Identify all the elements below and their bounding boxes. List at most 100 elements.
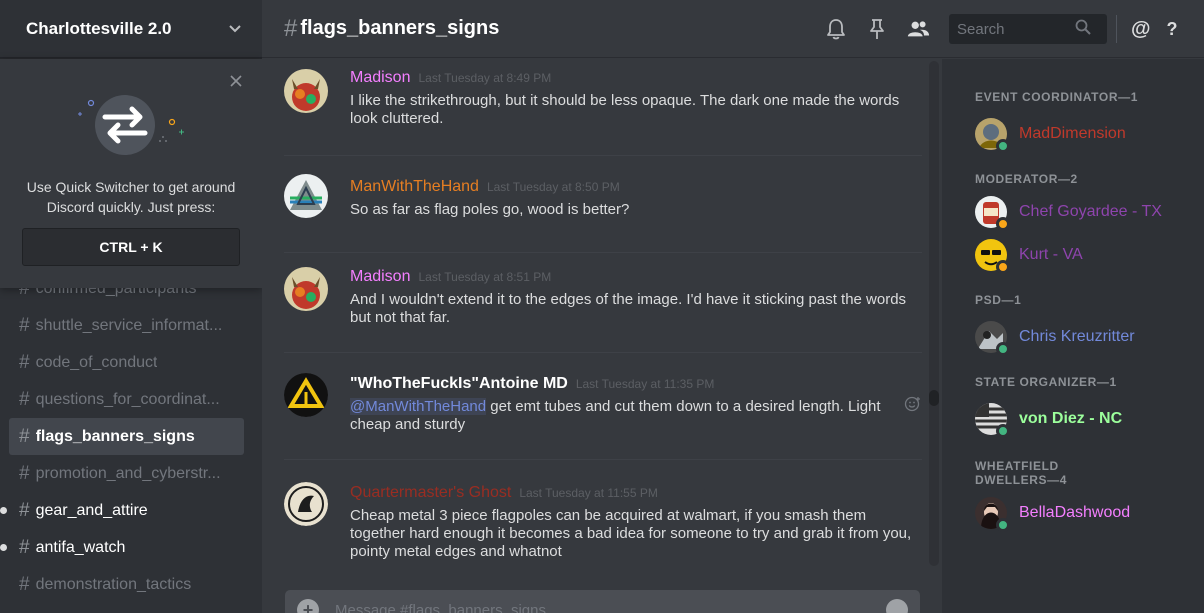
- online-status-icon: [996, 341, 1010, 356]
- message-author[interactable]: ManWithTheHand: [350, 178, 479, 196]
- avatar[interactable]: [284, 174, 328, 218]
- member-item[interactable]: Kurt - VA: [975, 233, 1204, 276]
- message-author[interactable]: Madison: [350, 268, 410, 286]
- channel-title: # flags_banners_signs: [284, 15, 499, 43]
- bell-icon[interactable]: [824, 17, 848, 41]
- member-item[interactable]: BellaDashwood: [975, 491, 1204, 534]
- channel-item-questions[interactable]: # questions_for_coordinat...: [9, 381, 244, 418]
- channel-label: code_of_conduct: [35, 353, 158, 371]
- member-list: EVENT COORDINATOR—1 MadDimension MODERAT…: [942, 59, 1204, 613]
- hash-icon: #: [19, 314, 30, 336]
- role-header: STATE ORGANIZER—1: [975, 375, 1117, 389]
- message-header: Madison Last Tuesday at 8:49 PM: [350, 69, 922, 87]
- member-item[interactable]: Chef Goyardee - TX: [975, 190, 1204, 233]
- quick-switcher-tip: Use Quick Switcher to get around Discord…: [0, 59, 262, 288]
- channel-item-demonstration-tactics[interactable]: # demonstration_tactics: [9, 566, 244, 603]
- message: "WhoTheFuckIs"Antoine MD Last Tuesday at…: [284, 353, 922, 460]
- server-name: Charlottesville 2.0: [26, 18, 172, 38]
- search-box[interactable]: [949, 14, 1107, 44]
- message-author[interactable]: Quartermaster's Ghost: [350, 484, 511, 502]
- pin-icon[interactable]: [865, 17, 889, 41]
- message-text: So as far as flag poles go, wood is bett…: [350, 201, 630, 218]
- avatar[interactable]: [284, 267, 328, 311]
- role-header-text: WHEATFIELD DWELLERS—4: [975, 459, 1068, 487]
- message-timestamp: Last Tuesday at 8:51 PM: [418, 270, 552, 284]
- channel-label: flags_banners_signs: [35, 427, 195, 445]
- message-header: "WhoTheFuckIs"Antoine MD Last Tuesday at…: [350, 375, 922, 393]
- channel-item-promotion[interactable]: # promotion_and_cyberstr...: [9, 455, 244, 492]
- hash-icon: #: [19, 573, 30, 595]
- channel-list: # confirmed_participants # shuttle_service…: [0, 270, 262, 603]
- message-scrollbar[interactable]: [929, 61, 939, 566]
- channel-item-shuttle-service[interactable]: # shuttle_service_informat...: [9, 307, 244, 344]
- message-text: And I wouldn't extend it to the edges of…: [350, 291, 907, 326]
- channel-label: questions_for_coordinat...: [35, 390, 220, 408]
- message-author[interactable]: "WhoTheFuckIs"Antoine MD: [350, 375, 568, 393]
- member-item[interactable]: Chris Kreuzritter: [975, 315, 1204, 358]
- message: Madison Last Tuesday at 8:51 PM And I wo…: [284, 253, 922, 353]
- member-name: BellaDashwood: [1019, 503, 1131, 521]
- channel-item-antifa-watch[interactable]: # antifa_watch: [0, 529, 244, 566]
- message-composer: +: [285, 590, 920, 613]
- avatar[interactable]: [284, 69, 328, 113]
- role-header: EVENT COORDINATOR—1: [975, 90, 1138, 104]
- online-status-icon: [996, 423, 1010, 438]
- member-item[interactable]: von Diez - NC: [975, 397, 1204, 440]
- search-input[interactable]: [957, 20, 1075, 38]
- hash-icon: #: [19, 499, 30, 521]
- member-name: Chris Kreuzritter: [1019, 327, 1135, 345]
- channel-label: shuttle_service_informat...: [35, 316, 223, 334]
- member-item[interactable]: MadDimension: [975, 112, 1204, 155]
- mention-icon[interactable]: @: [1131, 18, 1151, 41]
- avatar: [975, 238, 1010, 274]
- chevron-down-icon[interactable]: [228, 21, 242, 37]
- message: Madison Last Tuesday at 8:49 PM I like t…: [284, 59, 922, 156]
- avatar[interactable]: [284, 482, 328, 526]
- message-header: Quartermaster's Ghost Last Tuesday at 11…: [350, 484, 922, 502]
- unread-indicator: [0, 544, 7, 551]
- upload-plus-icon[interactable]: +: [297, 599, 319, 613]
- hash-icon: #: [19, 388, 30, 410]
- help-icon[interactable]: ?: [1167, 19, 1178, 40]
- role-header: MODERATOR—2: [975, 172, 1078, 186]
- channel-label: antifa_watch: [35, 538, 126, 556]
- message-content: ManWithTheHand Last Tuesday at 8:50 PM S…: [350, 178, 922, 219]
- message-content: Madison Last Tuesday at 8:49 PM I like t…: [350, 69, 922, 128]
- emoji-picker-icon[interactable]: [886, 599, 908, 613]
- avatar: [975, 496, 1010, 532]
- user-mention[interactable]: @ManWithTheHand: [350, 398, 487, 415]
- message-content: Quartermaster's Ghost Last Tuesday at 11…: [350, 484, 922, 561]
- message-author[interactable]: Madison: [350, 69, 410, 87]
- server-header[interactable]: Charlottesville 2.0: [0, 0, 262, 58]
- role-header: WHEATFIELD DWELLERS—4: [975, 459, 1085, 487]
- hash-icon: #: [19, 351, 30, 373]
- idle-status-icon: [996, 259, 1010, 274]
- message-timestamp: Last Tuesday at 8:50 PM: [486, 180, 620, 194]
- member-name: von Diez - NC: [1019, 409, 1123, 427]
- avatar: [975, 402, 1010, 438]
- hash-icon: #: [19, 425, 30, 447]
- message: Quartermaster's Ghost Last Tuesday at 11…: [284, 460, 922, 579]
- header-divider: [1116, 15, 1117, 43]
- search-icon[interactable]: [1075, 19, 1091, 40]
- channel-item-code-of-conduct[interactable]: # code_of_conduct: [9, 344, 244, 381]
- message-input[interactable]: [335, 601, 886, 613]
- members-icon[interactable]: [906, 17, 930, 41]
- message-list: Madison Last Tuesday at 8:49 PM I like t…: [262, 59, 942, 579]
- quick-switcher-illustration-icon: [78, 95, 184, 155]
- message: ManWithTheHand Last Tuesday at 8:50 PM S…: [284, 156, 922, 253]
- emoji-reaction-icon[interactable]: [904, 395, 922, 413]
- channel-item-flags-banners-signs[interactable]: # flags_banners_signs: [9, 418, 244, 455]
- channel-label: promotion_and_cyberstr...: [35, 464, 221, 482]
- scrollbar-thumb[interactable]: [929, 390, 939, 406]
- quick-switcher-line1: Use Quick Switcher to get around: [26, 179, 236, 195]
- channel-item-gear-and-attire[interactable]: # gear_and_attire: [0, 492, 244, 529]
- avatar: [975, 320, 1010, 356]
- message-content: "WhoTheFuckIs"Antoine MD Last Tuesday at…: [350, 375, 922, 434]
- member-name: MadDimension: [1019, 124, 1126, 142]
- quick-switcher-text: Use Quick Switcher to get around Discord…: [0, 177, 262, 217]
- avatar[interactable]: [284, 373, 328, 417]
- role-header: PSD—1: [975, 293, 1022, 307]
- message-content: Madison Last Tuesday at 8:51 PM And I wo…: [350, 268, 922, 327]
- message-text: Cheap metal 3 piece flagpoles can be acq…: [350, 507, 912, 560]
